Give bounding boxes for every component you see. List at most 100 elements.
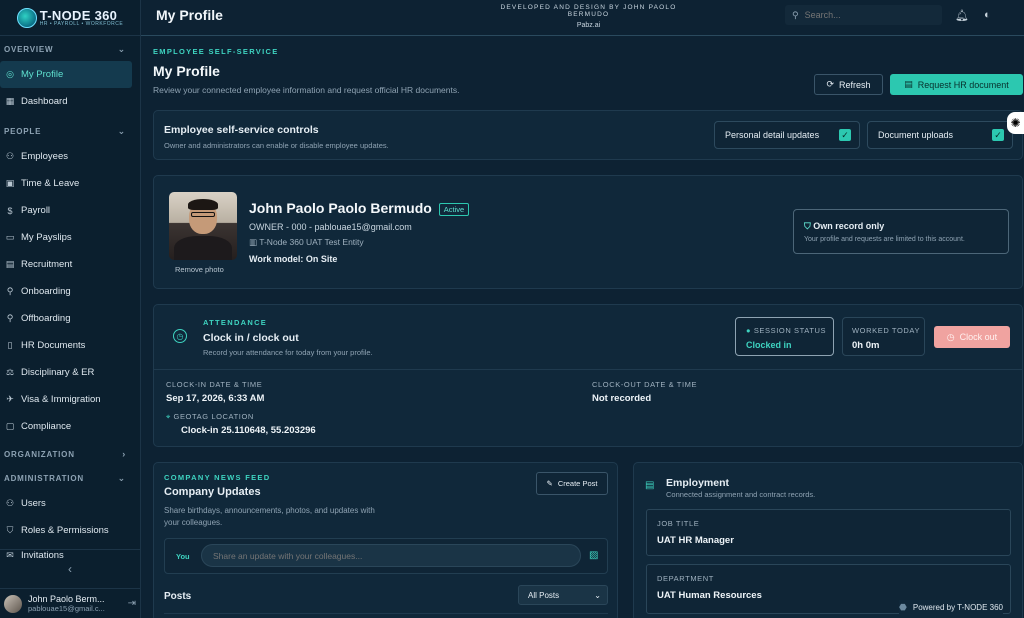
sidebar-item-roles[interactable]: ⛉ Roles & Permissions: [0, 517, 132, 544]
status-badge: Active: [438, 202, 470, 216]
chat-assistant-icon[interactable]: ✺: [1007, 112, 1024, 134]
own-record-title-row: ⛉ Own record only: [804, 221, 884, 232]
page-subtitle: Review your connected employee informati…: [153, 85, 460, 95]
company-news-card: COMPANY NEWS FEED Company Updates Share …: [153, 462, 618, 618]
share-update-input[interactable]: [201, 544, 581, 567]
refresh-label: Refresh: [839, 79, 871, 90]
chevron-down-icon: ⌄: [594, 590, 601, 600]
remove-photo-link[interactable]: Remove photo: [175, 265, 224, 274]
sidebar-item-disciplinary[interactable]: ⚖ Disciplinary & ER: [0, 359, 132, 386]
personal-detail-checkbox[interactable]: ✓: [839, 129, 851, 141]
news-subtitle: Share birthdays, announcements, photos, …: [164, 506, 375, 527]
section-people[interactable]: PEOPLE ⌄: [0, 119, 140, 143]
sidebar-item-onboarding[interactable]: ⚲ Onboarding: [0, 278, 132, 305]
section-overview[interactable]: OVERVIEW ⌄: [0, 37, 140, 61]
sidebar-item-compliance[interactable]: ▢ Compliance: [0, 413, 132, 440]
chevron-down-icon: ⌄: [117, 125, 126, 136]
palette-icon[interactable]: ◐: [984, 9, 991, 21]
create-post-button[interactable]: ✎ Create Post: [536, 472, 608, 495]
sidebar-item-users[interactable]: ⚇ Users: [0, 490, 132, 517]
powered-by-label: Powered by T-NODE 360: [912, 602, 1003, 612]
chevron-down-icon: ⌄: [117, 43, 126, 54]
personal-detail-label: Personal detail updates: [725, 130, 820, 140]
sidebar-item-label: Roles & Permissions: [21, 525, 109, 536]
user-circle-icon: ◎: [6, 69, 14, 79]
request-label: Request HR document: [917, 79, 1009, 90]
request-hr-document-button[interactable]: ▤ Request HR document: [890, 74, 1023, 95]
chevron-right-icon: ›: [122, 449, 126, 459]
sidebar-item-dashboard[interactable]: ▦ Dashboard: [0, 88, 132, 115]
divider: [154, 369, 1022, 370]
section-administration-label: ADMINISTRATION: [4, 473, 84, 483]
sidebar-item-visa[interactable]: ✈ Visa & Immigration: [0, 386, 132, 413]
bell-icon[interactable]: 🔔︎: [955, 9, 969, 22]
section-organization[interactable]: ORGANIZATION ›: [0, 442, 140, 466]
sidebar-item-payroll[interactable]: $ Payroll: [0, 197, 132, 224]
document-uploads-toggle[interactable]: Document uploads ✓: [867, 121, 1013, 149]
clock-in-label: CLOCK-IN DATE & TIME: [166, 380, 263, 389]
personal-detail-updates-toggle[interactable]: Personal detail updates ✓: [714, 121, 860, 149]
logout-icon[interactable]: ⇥: [128, 598, 136, 609]
clock-icon: ◷: [173, 329, 187, 343]
clock-out-label: Clock out: [959, 332, 998, 342]
controls-title: Employee self-service controls: [164, 124, 319, 136]
grid-icon: ▦: [5, 96, 15, 106]
posts-heading: Posts: [164, 591, 192, 602]
sidebar-item-recruitment[interactable]: ▤ Recruitment: [0, 251, 132, 278]
geotag-label: GEOTAG LOCATION: [173, 412, 254, 421]
news-title: Company Updates: [164, 486, 261, 498]
document-uploads-checkbox[interactable]: ✓: [992, 129, 1004, 141]
sidebar-item-label: Employees: [21, 151, 68, 162]
sidebar-item-time-leave[interactable]: ▣ Time & Leave: [0, 170, 132, 197]
posts-filter-select[interactable]: All Posts ⌄: [518, 585, 608, 605]
avatar: [4, 594, 22, 613]
you-label: You: [176, 552, 190, 561]
sidebar-item-offboarding[interactable]: ⚲ Offboarding: [0, 305, 132, 332]
profile-entity-row: ▥ T-Node 360 UAT Test Entity: [249, 237, 364, 248]
users-icon: ⚇: [5, 151, 15, 161]
sidebar-item-employees[interactable]: ⚇ Employees: [0, 143, 132, 170]
document-icon: ▤: [904, 79, 913, 89]
worked-today-value: 0h 0m: [852, 340, 880, 351]
sidebar-item-label: Time & Leave: [21, 178, 80, 189]
sidebar-user-card[interactable]: John Paolo Berm... pablouae15@gmail.c...…: [0, 588, 140, 618]
attendance-subtitle: Record your attendance for today from yo…: [203, 348, 373, 357]
logo-icon: [16, 7, 37, 28]
app-logo[interactable]: T-NODE 360 HR • PAYROLL • WORKFORCE: [16, 7, 124, 28]
own-record-notice: ⛉ Own record only Your profile and reque…: [793, 209, 1009, 254]
clock-out-dt-label: CLOCK-OUT DATE & TIME: [592, 380, 698, 389]
user-name: John Paolo Berm...: [28, 594, 105, 604]
sidebar-item-label: Recruitment: [21, 259, 73, 270]
sidebar-item-label: My Profile: [21, 69, 64, 80]
developer-credit: DEVELOPED AND DESIGN BY JOHN PAOLO BERMU…: [481, 4, 696, 29]
briefcase-icon: ▤: [5, 259, 15, 269]
section-overview-label: OVERVIEW: [4, 44, 54, 54]
profile-role-line: OWNER - 000 - pablouae15@gmail.com: [249, 222, 412, 232]
clock-out-button[interactable]: ◷ Clock out: [934, 326, 1010, 348]
section-administration[interactable]: ADMINISTRATION ⌄: [0, 466, 140, 490]
geotag-value: Clock-in 25.110648, 55.203296: [181, 425, 316, 436]
chevron-left-icon: ‹: [68, 561, 72, 576]
logo-tagline: HR • PAYROLL • WORKFORCE: [39, 21, 124, 27]
section-people-label: PEOPLE: [4, 126, 42, 136]
sidebar-item-my-payslips[interactable]: ▭ My Payslips: [0, 224, 132, 251]
file-icon: ▯: [7, 340, 13, 350]
topbar: My Profile DEVELOPED AND DESIGN BY JOHN …: [141, 0, 1024, 36]
search-input[interactable]: [804, 10, 925, 20]
employment-subtitle: Connected assignment and contract record…: [666, 490, 816, 499]
profile-card: Remove photo John Paolo Paolo Bermudo Act…: [153, 175, 1023, 289]
sidebar-item-hr-documents[interactable]: ▯ HR Documents: [0, 332, 132, 359]
logo-area[interactable]: T-NODE 360 HR • PAYROLL • WORKFORCE: [0, 0, 140, 36]
sidebar-collapse-button[interactable]: ‹: [0, 549, 140, 587]
sidebar-item-my-profile[interactable]: ◎ My Profile: [0, 61, 132, 88]
department-label: DEPARTMENT: [657, 574, 714, 583]
image-upload-icon[interactable]: ▨: [589, 550, 598, 561]
profile-photo[interactable]: [169, 192, 237, 260]
refresh-button[interactable]: ⟳ Refresh: [814, 74, 883, 95]
dollar-icon: $: [7, 205, 13, 216]
search-box[interactable]: ⚲: [785, 5, 942, 25]
job-title-field: JOB TITLE UAT HR Manager: [646, 509, 1011, 556]
employment-card: ▤ Employment Connected assignment and co…: [633, 462, 1023, 618]
sidebar-item-label: Payroll: [21, 205, 51, 216]
share-update-box: You ▨: [164, 538, 608, 574]
